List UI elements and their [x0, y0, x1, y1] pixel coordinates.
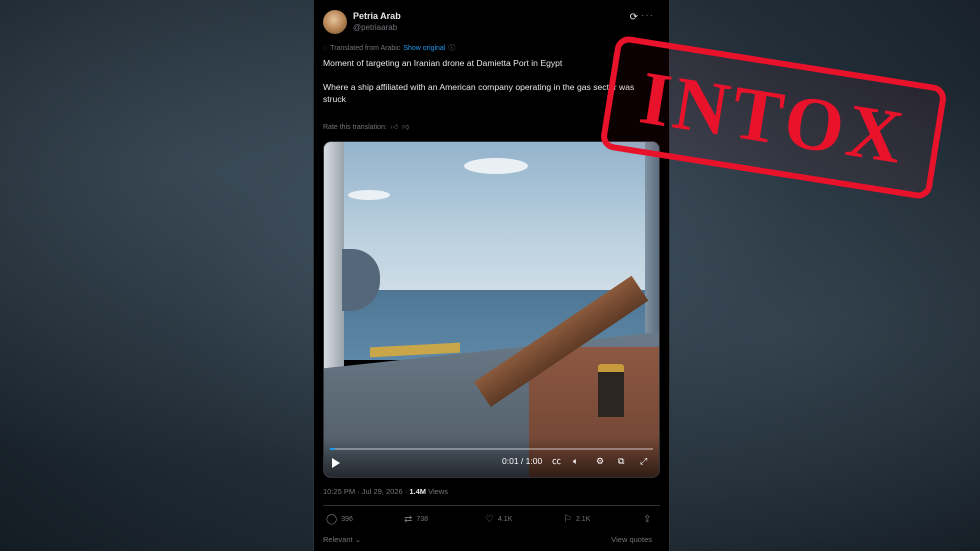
video-bollard [598, 372, 624, 417]
reply-count: 396 [341, 516, 353, 523]
show-original-link[interactable]: Show original [403, 45, 445, 52]
video-frame [324, 142, 659, 477]
display-name[interactable]: Petria Arab [353, 11, 401, 21]
video-player[interactable]: 0:01 / 1:00 ㏄ 🔈︎ ⚙ ⧉ ⤢ [323, 141, 660, 478]
reply-icon: ◯ [326, 514, 338, 525]
repost-button[interactable]: ⇄ 738 [404, 514, 428, 525]
translate-icon: ◌ [323, 45, 328, 52]
more-icon[interactable]: ··· [641, 10, 654, 21]
views-label: Views [428, 487, 448, 496]
play-icon[interactable] [332, 458, 340, 468]
fullscreen-icon[interactable]: ⤢ [640, 455, 647, 467]
video-cloud [464, 158, 528, 174]
user-handle[interactable]: @petriaarab [353, 23, 397, 32]
avatar[interactable] [323, 10, 347, 34]
volume-icon[interactable]: 🔈︎ [573, 455, 578, 467]
captions-icon[interactable]: ㏄ [552, 455, 561, 467]
thumbs-up-icon[interactable]: 👍︎ [391, 124, 398, 131]
sort-relevant[interactable]: Relevant ⌄ [323, 535, 361, 544]
views-count: 1.4M [409, 487, 426, 496]
share-icon: ⇪ [643, 514, 652, 525]
tweet-meta: 10:25 PM · Jul 29, 2026 · 1.4M Views [323, 487, 448, 496]
tweet-header: Petria Arab @petriaarab ⟳ ··· [323, 10, 660, 36]
bookmark-icon: ⚐ [563, 514, 572, 525]
sort-label: Relevant [323, 535, 353, 544]
rate-label: Rate this translation: [323, 124, 387, 131]
timestamp[interactable]: 10:25 PM · Jul 29, 2026 · [323, 487, 407, 496]
tweet-text: Moment of targeting an Iranian drone at … [323, 57, 653, 117]
reply-button[interactable]: ◯ 396 [326, 514, 353, 525]
video-window-frame [645, 142, 659, 342]
repost-icon: ⇄ [404, 514, 413, 525]
pip-icon[interactable]: ⧉ [618, 455, 624, 467]
video-cloud [348, 190, 390, 200]
bookmark-button[interactable]: ⚐ 2.1K [563, 514, 590, 525]
share-button[interactable]: ⇪ [643, 514, 655, 525]
thumbs-down-icon[interactable]: 👎︎ [402, 124, 409, 131]
intox-stamp-text: INTOX [634, 55, 913, 180]
grok-icon[interactable]: ⟳ [630, 12, 638, 23]
video-progress-bar[interactable] [330, 448, 653, 450]
view-quotes-link[interactable]: View quotes [611, 535, 652, 544]
settings-icon[interactable]: ⚙ [596, 455, 604, 467]
like-count: 4.1K [497, 516, 513, 523]
translated-label: Translated from Arabic [330, 45, 401, 52]
like-icon: ♡ [485, 514, 494, 525]
video-time: 0:01 / 1:00 [502, 456, 543, 466]
like-button[interactable]: ♡ 4.1K [485, 514, 512, 525]
divider [323, 505, 660, 506]
action-bar: ◯ 396 ⇄ 738 ♡ 4.1K ⚐ 2.1K ⇪ [323, 514, 660, 528]
chevron-down-icon: ⌄ [354, 535, 361, 544]
info-icon[interactable]: ⓘ [448, 45, 455, 52]
video-progress-fill [330, 448, 336, 450]
rate-translation: Rate this translation: 👍︎ 👎︎ [323, 122, 409, 131]
tweet-line-1: Moment of targeting an Iranian drone at … [323, 58, 563, 68]
translation-notice: ◌ Translated from Arabic Show original ⓘ [323, 43, 455, 53]
repost-count: 738 [416, 516, 429, 523]
video-controls: 0:01 / 1:00 ㏄ 🔈︎ ⚙ ⧉ ⤢ [324, 437, 659, 477]
bookmark-count: 2.1K [575, 516, 591, 523]
tweet-line-2: Where a ship affiliated with an American… [323, 82, 635, 104]
